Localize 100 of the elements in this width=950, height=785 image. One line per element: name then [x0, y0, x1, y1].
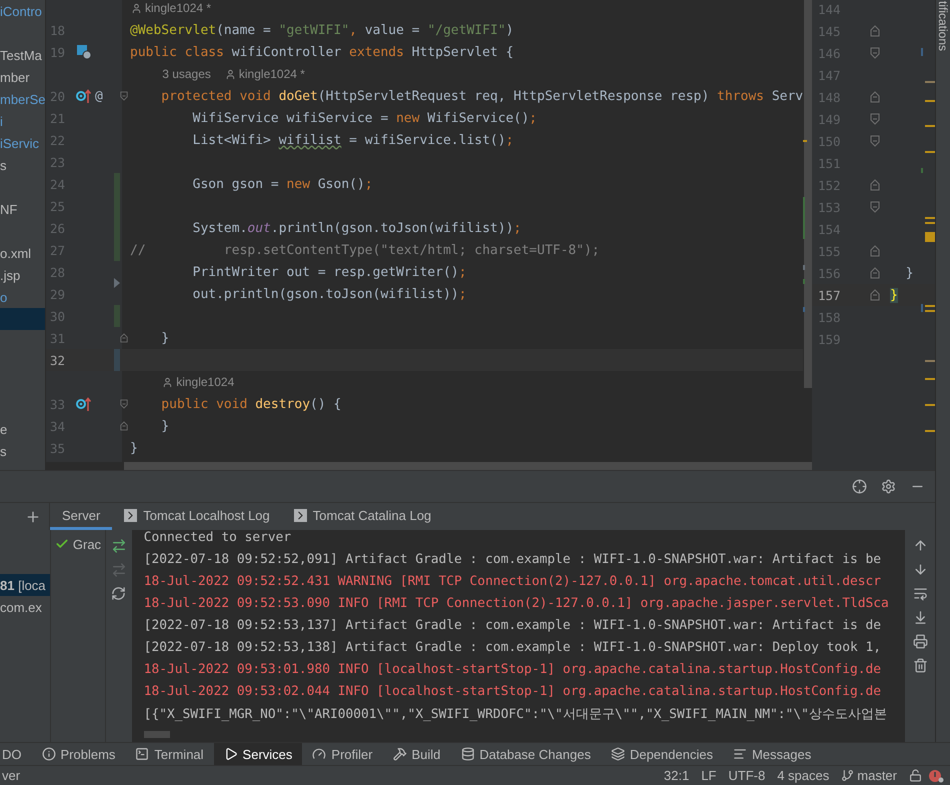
scrollbar-thumb[interactable] [124, 462, 812, 470]
tree-row[interactable]: iContro [0, 0, 45, 22]
override-icon[interactable] [76, 88, 92, 104]
tree-row[interactable]: NF [0, 198, 45, 220]
change-marker[interactable] [114, 173, 120, 195]
tree-row[interactable]: i [0, 110, 45, 132]
code-line: } [160, 330, 170, 346]
deploy-icon[interactable] [110, 538, 127, 554]
fold-icon[interactable] [870, 91, 880, 103]
fold-icon[interactable] [870, 47, 880, 59]
fold-icon[interactable] [870, 135, 880, 147]
notifications-tab[interactable]: tifications [936, 1, 950, 52]
change-marker[interactable] [114, 305, 120, 327]
settings-icon[interactable] [881, 479, 896, 494]
tree-row[interactable]: e [0, 418, 45, 440]
log-tab[interactable]: Tomcat Catalina Log [282, 503, 444, 530]
tool-window-tab[interactable]: Problems [32, 743, 126, 765]
fold-icon[interactable] [870, 245, 880, 257]
run-config[interactable]: Grac [50, 533, 105, 555]
branch-button[interactable]: master [835, 768, 903, 783]
annotation-marker[interactable]: @ [95, 88, 103, 104]
line-number: 32 [49, 352, 66, 368]
tool-window-tab[interactable]: Build [382, 743, 451, 765]
fold-icon[interactable] [870, 113, 880, 125]
status-item[interactable]: 32:1 [658, 768, 696, 783]
code-line: @WebServlet(name = "getWIFI", value = "/getWIFI") [129, 22, 514, 38]
override-icon[interactable] [76, 396, 92, 412]
file-name: mberSe [0, 92, 45, 106]
fold-icon[interactable] [120, 420, 128, 432]
person-icon [224, 68, 236, 80]
tree-row[interactable]: mberSe [0, 88, 45, 110]
error-alert-icon[interactable] [928, 768, 944, 782]
tree-row[interactable]: .jsp [0, 264, 45, 286]
tool-window-tab[interactable]: Dependencies [600, 743, 723, 765]
service-node[interactable]: com.ex [0, 596, 50, 618]
branch-icon [841, 769, 854, 782]
down-arrow-icon[interactable] [912, 562, 928, 577]
change-marker[interactable] [114, 349, 120, 371]
tree-row[interactable]: mber [0, 66, 45, 88]
tree-row[interactable]: TestMa [0, 44, 45, 66]
tree-row[interactable]: iServic [0, 132, 45, 154]
fold-icon[interactable] [120, 90, 128, 102]
fold-icon[interactable] [120, 398, 128, 410]
usages-hint[interactable]: 3 usages [162, 67, 211, 81]
play-icon [224, 747, 238, 761]
fold-icon[interactable] [870, 179, 880, 191]
refresh-icon[interactable] [111, 586, 126, 601]
tool-window-tab[interactable]: Services [214, 743, 302, 765]
file-name: i [0, 114, 3, 128]
status-item[interactable]: UTF-8 [722, 768, 772, 783]
code-line: public class wifiController extends HttpServlet { [129, 44, 514, 60]
print-icon[interactable] [912, 634, 928, 649]
tool-window-tab[interactable]: Profiler [302, 743, 383, 765]
log-tab[interactable]: Tomcat Localhost Log [112, 503, 282, 530]
tree-row[interactable]: o [0, 286, 45, 308]
change-marker[interactable] [114, 239, 120, 261]
web-file-icon[interactable] [76, 44, 92, 60]
fold-icon[interactable] [870, 25, 880, 37]
scrollbar-thumb[interactable] [804, 0, 812, 388]
wrap-icon[interactable] [912, 586, 928, 601]
scrollbar-thumb[interactable] [144, 731, 170, 738]
tree-row[interactable]: s [0, 440, 45, 462]
console-line: 18-Jul-2022 09:53:01.980 INFO [localhost-startStop-1] org.apache.catalina.startup.HostConfig.de [142, 662, 882, 679]
console-line: 18-Jul-2022 09:53:02.044 INFO [localhost-startStop-1] org.apache.catalina.startup.HostConfig.de [142, 684, 882, 701]
author-hint[interactable]: kingle1024 * [224, 67, 305, 81]
tool-window-tab[interactable]: Terminal [125, 743, 214, 765]
code-comment: // resp.setContentType("text/html; charset=UTF-8"); [129, 242, 600, 258]
status-item[interactable]: 4 spaces [771, 768, 836, 783]
add-icon[interactable] [25, 508, 41, 524]
file-name: e [0, 422, 8, 436]
code-line: protected void doGet(HttpServletRequest req, HttpServletResponse resp) throws Serv [160, 88, 804, 104]
service-node[interactable]: 81 [loca [0, 574, 50, 596]
lines-icon [732, 747, 747, 761]
tool-window-tab[interactable]: Database Changes [450, 743, 601, 765]
console-line: 18-Jul-2022 09:52:53.090 INFO [RMI TCP Connection(2)-127.0.0.1] org.apache.jasper.servlet.TldSca [142, 596, 890, 613]
brace: } [890, 288, 898, 302]
fold-icon[interactable] [120, 332, 128, 344]
tool-window-tab[interactable]: Messages [722, 743, 822, 765]
target-icon[interactable] [852, 479, 867, 494]
tool-window-tab[interactable]: DO [0, 743, 32, 765]
layers-icon [610, 747, 625, 761]
scroll-end-icon[interactable] [912, 610, 928, 625]
author-hint[interactable]: kingle1024 * [131, 1, 212, 15]
fold-icon[interactable] [870, 267, 880, 279]
unlock-icon[interactable] [909, 769, 922, 782]
trash-icon[interactable] [912, 658, 928, 673]
author-hint[interactable]: kingle1024 [162, 375, 234, 389]
tree-row[interactable]: s [0, 154, 45, 176]
console-line: 18-Jul-2022 09:52:52.431 WARNING [RMI TCP Connection(2)-127.0.0.1] org.apache.tomcat.util.descr [142, 574, 882, 591]
fold-icon[interactable] [870, 289, 880, 301]
undeploy-icon[interactable] [110, 562, 127, 578]
tree-row[interactable]: o.xml [0, 242, 45, 264]
deleted-marker-icon[interactable] [114, 278, 120, 288]
console-line: [{"X_SWIFI_MGR_NO":"\"ARI00001\"","X_SWIFI_WRDOFC":"\"서대문구\"","X_SWIFI_MAIN_NM":"\"상수도사업본 [142, 706, 888, 724]
file-name: s [0, 444, 6, 458]
terminal-icon [135, 747, 150, 761]
fold-icon[interactable] [870, 201, 880, 213]
file-name: s [0, 158, 6, 172]
line-number: 157 [817, 288, 842, 302]
status-item[interactable]: LF [695, 768, 722, 783]
